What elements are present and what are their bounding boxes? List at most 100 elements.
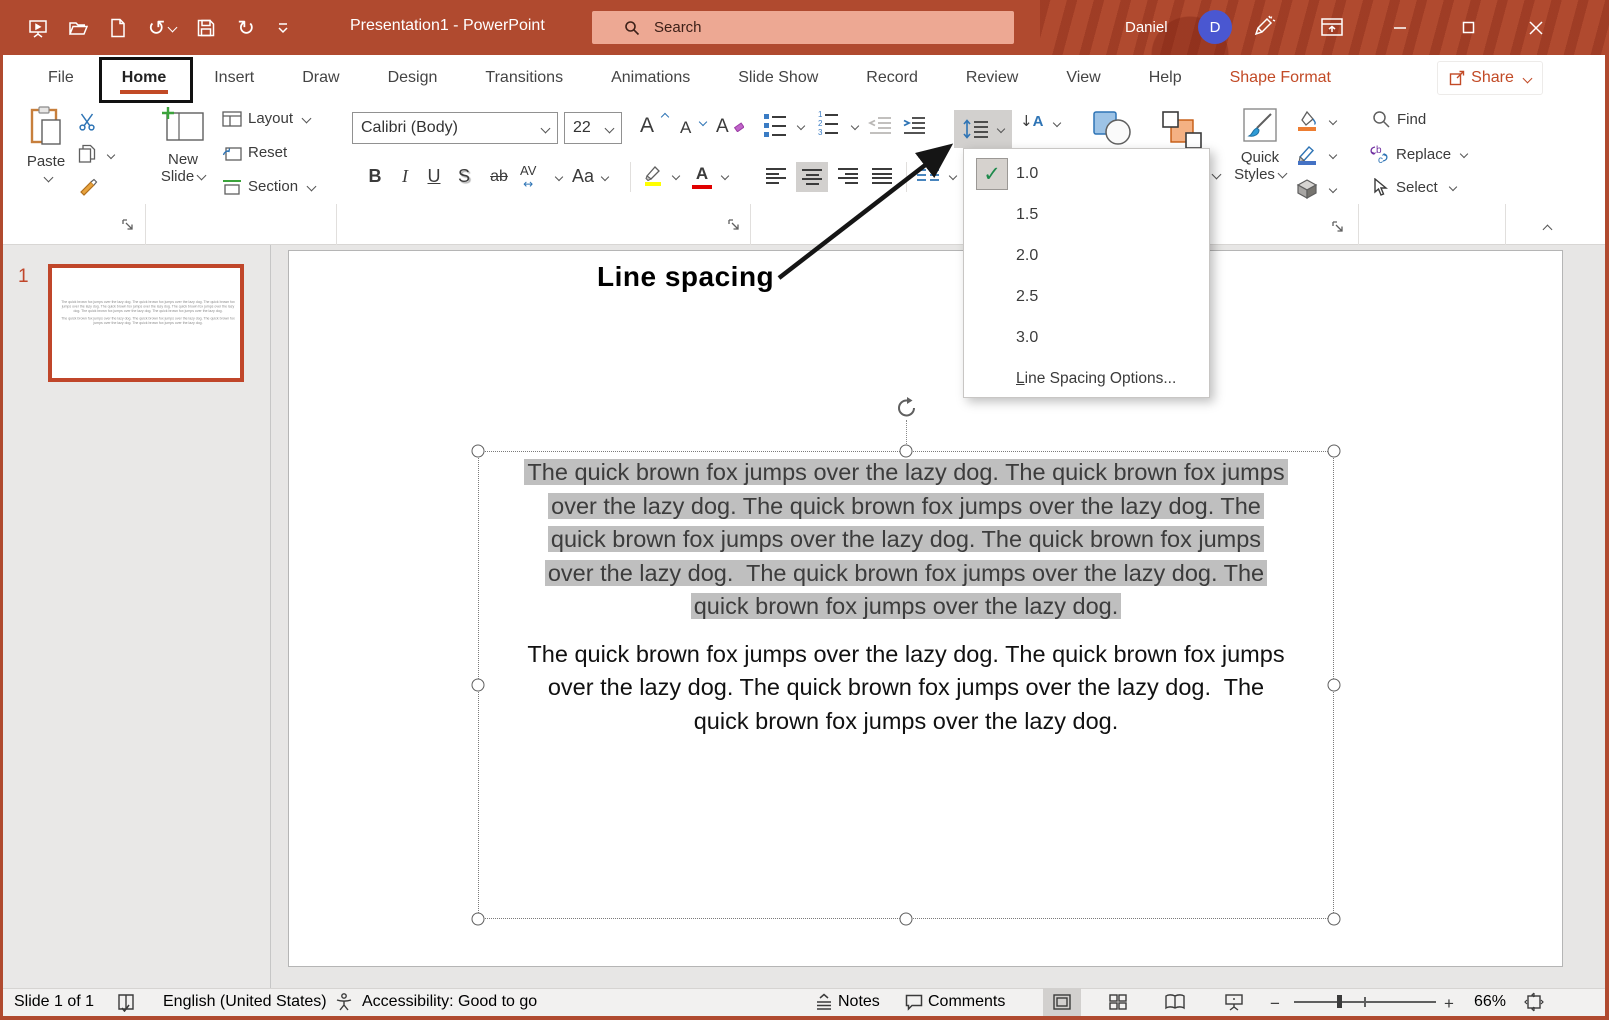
resize-handle-middle-left[interactable] xyxy=(472,679,485,692)
search-box[interactable]: Search xyxy=(592,11,1014,44)
columns-button[interactable] xyxy=(916,168,940,189)
notes-toggle[interactable]: Notes xyxy=(838,993,880,1011)
text-shadow-button[interactable]: S xyxy=(452,166,476,187)
tab-animations[interactable]: Animations xyxy=(587,55,714,100)
zoom-out-button[interactable]: − xyxy=(1270,994,1280,1014)
tab-slide-show[interactable]: Slide Show xyxy=(714,55,842,100)
replace-button[interactable]: b c Replace xyxy=(1368,144,1467,164)
spell-check-icon[interactable] xyxy=(116,992,136,1017)
language-indicator[interactable]: English (United States) xyxy=(163,993,327,1011)
bold-button[interactable]: B xyxy=(362,166,388,187)
close-button[interactable] xyxy=(1506,0,1566,55)
start-slideshow-icon[interactable] xyxy=(18,8,58,48)
shape-fill-button[interactable] xyxy=(1296,110,1318,137)
numbering-button[interactable]: 123 xyxy=(818,111,838,136)
tab-draw[interactable]: Draw xyxy=(278,55,363,100)
minimize-button[interactable] xyxy=(1370,0,1430,55)
collapse-ribbon-icon[interactable] xyxy=(1540,222,1551,240)
menu-item-2-0[interactable]: 2.0 xyxy=(964,235,1209,276)
save-button[interactable] xyxy=(186,8,226,48)
tab-insert[interactable]: Insert xyxy=(190,55,278,100)
text-direction-button[interactable]: ↓A xyxy=(1020,112,1043,131)
strikethrough-button[interactable]: ab xyxy=(484,168,514,186)
text-highlight-button[interactable] xyxy=(642,164,664,191)
tab-file[interactable]: File xyxy=(24,55,98,100)
menu-item-3-0[interactable]: 3.0 xyxy=(964,317,1209,358)
resize-handle-bottom-center[interactable] xyxy=(900,913,913,926)
resize-handle-bottom-right[interactable] xyxy=(1328,913,1341,926)
ribbon-display-options-icon[interactable] xyxy=(1320,16,1344,43)
customize-qat-icon[interactable] xyxy=(266,8,300,48)
increase-indent-button[interactable] xyxy=(902,116,926,139)
user-avatar[interactable]: D xyxy=(1198,10,1232,44)
decrease-indent-button[interactable] xyxy=(868,116,892,139)
slide-text[interactable]: The quick brown fox jumps over the lazy … xyxy=(479,456,1333,738)
copy-button[interactable] xyxy=(78,144,96,169)
slideshow-view-button[interactable] xyxy=(1215,988,1253,1016)
menu-item-2-5[interactable]: 2.5 xyxy=(964,276,1209,317)
fit-slide-to-window-icon[interactable] xyxy=(1524,992,1544,1017)
resize-handle-top-left[interactable] xyxy=(472,445,485,458)
layout-button[interactable]: Layout xyxy=(222,110,310,127)
cut-button[interactable] xyxy=(78,112,98,137)
resize-handle-bottom-left[interactable] xyxy=(472,913,485,926)
clipboard-dialog-launcher-icon[interactable] xyxy=(122,218,134,236)
tab-design[interactable]: Design xyxy=(364,55,462,100)
comments-toggle[interactable]: Comments xyxy=(928,993,1005,1011)
tab-transitions[interactable]: Transitions xyxy=(461,55,587,100)
tab-record[interactable]: Record xyxy=(842,55,942,100)
reading-view-button[interactable] xyxy=(1156,988,1194,1016)
italic-button[interactable]: I xyxy=(394,166,416,187)
change-case-button[interactable]: Aa xyxy=(572,166,608,187)
new-file-icon[interactable] xyxy=(98,8,138,48)
resize-handle-top-center[interactable] xyxy=(900,445,913,458)
resize-handle-middle-right[interactable] xyxy=(1328,679,1341,692)
menu-item-line-spacing-options[interactable]: Line Spacing Options... xyxy=(964,358,1209,399)
slide-sorter-view-button[interactable] xyxy=(1099,988,1137,1016)
slide-indicator[interactable]: Slide 1 of 1 xyxy=(14,993,94,1011)
slide-thumbnail[interactable]: The quick brown fox jumps over the lazy … xyxy=(48,264,244,382)
menu-item-1-5[interactable]: 1.5 xyxy=(964,194,1209,235)
font-size-combo[interactable]: 22 xyxy=(564,112,622,144)
bullets-button[interactable] xyxy=(764,114,786,137)
zoom-slider-thumb[interactable] xyxy=(1337,995,1342,1008)
new-slide-button[interactable]: New Slide xyxy=(154,106,212,185)
find-button[interactable]: Find xyxy=(1372,110,1426,128)
clear-formatting-button[interactable]: A xyxy=(716,116,744,138)
character-spacing-button[interactable]: AV ↔ xyxy=(520,164,536,191)
reset-button[interactable]: Reset xyxy=(222,144,287,161)
align-center-button[interactable] xyxy=(796,162,828,192)
format-painter-button[interactable] xyxy=(78,178,98,203)
accessibility-status[interactable]: Accessibility: Good to go xyxy=(362,993,537,1011)
notes-icon[interactable] xyxy=(814,992,834,1017)
shrink-font-button[interactable]: A xyxy=(680,118,706,138)
quick-styles-button[interactable]: Quick Styles xyxy=(1230,106,1290,183)
drawing-dialog-launcher-icon[interactable] xyxy=(1332,220,1344,238)
justify-button[interactable] xyxy=(872,168,892,184)
font-name-combo[interactable]: Calibri (Body) xyxy=(352,112,558,144)
redo-icon[interactable]: ↻ xyxy=(226,8,266,48)
open-file-icon[interactable] xyxy=(58,8,98,48)
tab-view[interactable]: View xyxy=(1042,55,1124,100)
font-dialog-launcher-icon[interactable] xyxy=(728,218,740,236)
coming-soon-pen-icon[interactable] xyxy=(1250,14,1276,45)
tab-shape-format[interactable]: Shape Format xyxy=(1206,55,1355,100)
align-right-button[interactable] xyxy=(838,168,858,184)
user-name[interactable]: Daniel xyxy=(1125,19,1168,36)
align-left-button[interactable] xyxy=(766,168,786,184)
section-button[interactable]: Section xyxy=(222,178,315,195)
normal-view-button[interactable] xyxy=(1043,988,1081,1016)
maximize-button[interactable] xyxy=(1438,0,1498,55)
underline-button[interactable]: U xyxy=(422,166,446,187)
select-button[interactable]: Select xyxy=(1372,178,1456,196)
rotate-handle-icon[interactable] xyxy=(895,396,919,425)
paste-button[interactable]: Paste xyxy=(18,106,74,188)
shape-outline-button[interactable] xyxy=(1296,144,1318,171)
grow-font-button[interactable]: A xyxy=(640,114,668,138)
font-color-button[interactable]: A xyxy=(692,164,712,189)
undo-button[interactable]: ↺ xyxy=(138,8,186,48)
line-spacing-button[interactable] xyxy=(954,110,1012,148)
zoom-level[interactable]: 66% xyxy=(1474,993,1506,1011)
accessibility-icon[interactable] xyxy=(334,992,354,1017)
resize-handle-top-right[interactable] xyxy=(1328,445,1341,458)
